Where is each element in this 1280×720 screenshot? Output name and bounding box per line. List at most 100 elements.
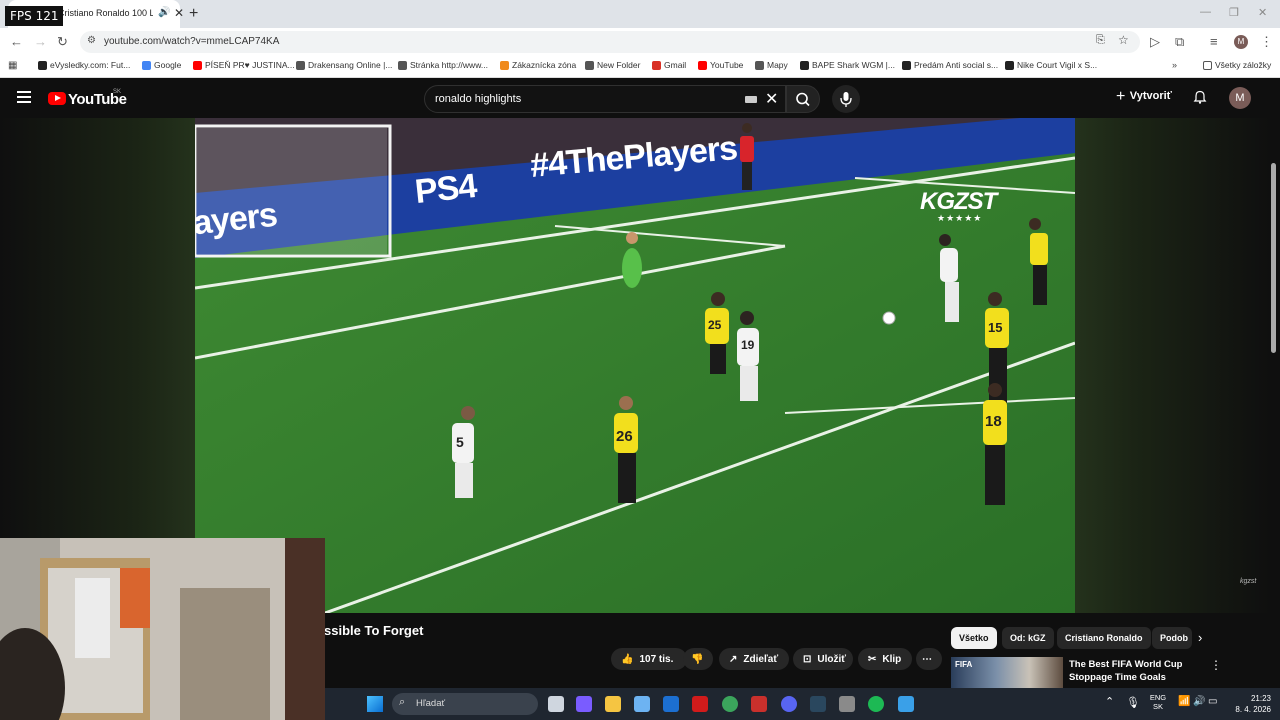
discord-icon[interactable] [781, 696, 797, 712]
copilot-icon[interactable] [576, 696, 592, 712]
gamebar-icon[interactable] [839, 696, 855, 712]
close-icon[interactable]: ✕ [174, 6, 184, 20]
youtube-country-code: SK [113, 89, 122, 95]
minimize-icon[interactable]: — [1200, 6, 1211, 18]
bookmark-item[interactable]: eVysledky.com: Fut... [38, 60, 130, 70]
create-button[interactable]: + Vytvoriť [1116, 88, 1172, 106]
jersey-number: 19 [741, 338, 755, 352]
clock-date: 8. 4. 2026 [1235, 705, 1271, 714]
account-avatar[interactable]: M [1229, 87, 1251, 109]
taskbar-search-placeholder: Hľadať [416, 698, 446, 709]
dislike-button[interactable]: 👎 [683, 648, 713, 670]
like-button[interactable]: 👍 107 tis. [611, 648, 687, 670]
folder-icon [585, 60, 594, 70]
windows-start-icon[interactable] [367, 696, 383, 712]
recommendation-thumbnail[interactable]: FIFA [951, 657, 1063, 688]
forward-icon[interactable]: → [34, 34, 47, 49]
omnibox[interactable]: ⚙ youtube.com/watch?v=mmeLCAP74KA ⎘ ☆ [80, 31, 1140, 53]
ball [882, 311, 896, 325]
keyboard-icon[interactable] [745, 96, 757, 103]
bookmark-icon: ⊡ [803, 653, 812, 665]
search-query[interactable]: ronaldo highlights [435, 93, 521, 105]
media-play-icon[interactable]: ▷ [1150, 34, 1160, 50]
chrome-icon[interactable] [722, 696, 738, 712]
page-scrollbar[interactable] [1271, 163, 1276, 353]
bookmark-item[interactable]: Drakensang Online |... [296, 60, 392, 70]
bookmark-item[interactable]: Mapy [755, 60, 788, 70]
more-vertical-icon[interactable]: ⋮ [1210, 658, 1222, 672]
extensions-icon[interactable]: ⧉ [1175, 34, 1184, 50]
clock[interactable]: 21:23 8. 4. 2026 [1231, 693, 1271, 715]
reading-list-icon[interactable]: ≡ [1210, 34, 1218, 49]
pen-app-icon[interactable] [634, 696, 650, 712]
bookmark-item[interactable]: New Folder [585, 60, 640, 70]
profile-avatar[interactable]: M [1234, 35, 1248, 49]
wifi-icon[interactable]: 📶 [1178, 696, 1190, 707]
chrome-menu-icon[interactable]: ⋮ [1260, 34, 1273, 50]
volume-icon[interactable]: 🔊 [1193, 696, 1205, 707]
file-explorer-icon[interactable] [605, 696, 621, 712]
scissors-icon: ✂ [868, 653, 877, 665]
back-icon[interactable]: ← [10, 34, 23, 49]
more-actions-button[interactable]: ⋯ [916, 648, 942, 670]
speaker-icon[interactable]: 🔊 [158, 7, 170, 18]
bookmark-item[interactable]: Stránka http://www... [398, 60, 488, 70]
lol-app-icon[interactable] [751, 696, 767, 712]
bookmark-label: Nike Court Vigil x S... [1017, 60, 1098, 70]
clear-search-icon[interactable]: ✕ [765, 89, 778, 109]
create-label: Vytvoriť [1129, 90, 1172, 102]
save-button[interactable]: ⊡ Uložiť [793, 648, 853, 670]
goalkeeper [622, 248, 642, 288]
youtube-logo-icon[interactable] [48, 92, 66, 105]
microphone-icon[interactable]: 🎙 [1126, 696, 1140, 709]
new-tab-button[interactable]: + [189, 5, 198, 23]
chevron-up-icon[interactable]: ⌃ [1105, 695, 1114, 708]
bookmark-item[interactable]: Zákaznícka zóna [500, 60, 576, 70]
thumbnail-tag: FIFA [955, 660, 973, 669]
bookmark-item[interactable]: Gmail [652, 60, 686, 70]
filter-chip[interactable]: Všetko [951, 627, 997, 649]
bookmark-item[interactable]: BAPE Shark WGM |... [800, 60, 895, 70]
share-button[interactable]: ↗ Zdieľať [719, 648, 789, 670]
bookmark-item[interactable]: PÍSEŇ PR♥ JUSTINA... [193, 60, 295, 70]
apps-grid-icon[interactable]: ▦ [8, 60, 17, 71]
maximize-icon[interactable]: ❐ [1229, 6, 1239, 19]
notifications-bell-icon[interactable] [1193, 90, 1207, 104]
globe-icon [296, 60, 305, 70]
window-close-icon[interactable]: ✕ [1258, 6, 1267, 19]
outlook-icon[interactable] [663, 696, 679, 712]
url-text[interactable]: youtube.com/watch?v=mmeLCAP74KA [104, 36, 279, 47]
bookmark-item[interactable]: Nike Court Vigil x S... [1005, 60, 1097, 70]
photos-icon[interactable] [898, 696, 914, 712]
spotify-icon[interactable] [868, 696, 884, 712]
voice-search-button[interactable] [832, 85, 860, 113]
filter-chip[interactable]: Podob [1152, 627, 1192, 649]
gmail-icon [652, 60, 661, 70]
search-input[interactable]: ronaldo highlights ✕ [424, 85, 786, 113]
hamburger-menu-icon[interactable] [17, 91, 31, 103]
filter-chip[interactable]: Cristiano Ronaldo [1057, 627, 1151, 649]
battery-icon[interactable]: ▭ [1208, 696, 1217, 707]
bookmark-item[interactable]: YouTube [698, 60, 743, 70]
video-player[interactable]: ayers PS4 #4ThePlayers KGZST ★★★★★ 5 26 … [195, 118, 1075, 613]
all-bookmarks-button[interactable]: Všetky záložky [1203, 60, 1271, 70]
recommendation-title[interactable]: The Best FIFA World Cup Stoppage Time Go… [1069, 658, 1199, 684]
clip-button[interactable]: ✂ Klip [858, 648, 912, 670]
search-button[interactable] [786, 85, 820, 113]
reload-icon[interactable]: ↻ [57, 34, 68, 50]
chevron-right-icon[interactable]: › [1198, 630, 1202, 645]
more-bookmarks-icon[interactable]: » [1172, 60, 1177, 70]
banner-brand-text: PS4 [413, 166, 479, 212]
filter-chip[interactable]: Od: kGZ [1002, 627, 1054, 649]
bookmark-item[interactable]: Predám Anti social s... [902, 60, 998, 70]
install-app-icon[interactable]: ⎘ [1096, 34, 1105, 47]
site-info-icon[interactable]: ⚙ [87, 35, 96, 46]
red-app-icon[interactable] [692, 696, 708, 712]
task-view-icon[interactable] [548, 696, 564, 712]
bookmark-star-icon[interactable]: ☆ [1118, 33, 1129, 47]
bookmark-item[interactable]: Google [142, 60, 181, 70]
taskbar-search[interactable]: ⌕ Hľadať [392, 693, 538, 715]
steam-icon[interactable] [810, 696, 826, 712]
thumbs-down-icon: 👎 [691, 653, 704, 665]
language-indicator[interactable]: ENG SK [1147, 693, 1169, 711]
